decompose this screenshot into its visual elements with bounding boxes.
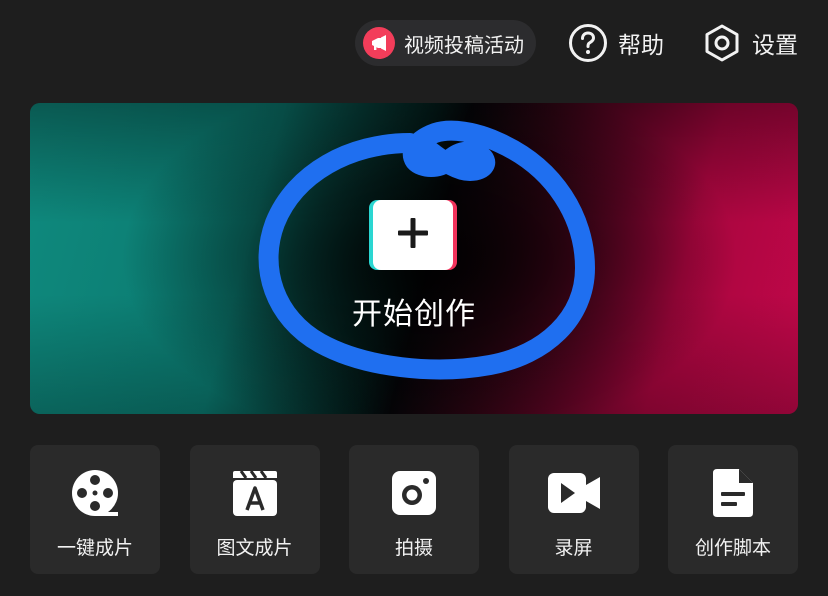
help-label: 帮助 (618, 33, 664, 59)
camera-icon (349, 466, 479, 520)
settings-label: 设置 (752, 33, 798, 59)
create-button[interactable] (373, 200, 453, 270)
tool-label: 一键成片 (56, 537, 133, 559)
hexagon-gear-icon (702, 23, 742, 63)
tool-label: 录屏 (554, 537, 593, 559)
tool-label: 拍摄 (394, 537, 433, 559)
plus-icon (395, 215, 431, 255)
help-circle-icon (568, 23, 608, 63)
document-icon (668, 466, 798, 520)
tool-screen-record[interactable]: 录屏 (508, 445, 639, 574)
tool-label: 图文成片 (216, 537, 293, 559)
settings-button[interactable]: 设置 (702, 23, 798, 63)
video-camera-icon (509, 466, 639, 520)
clapboard-text-icon (190, 466, 320, 520)
tool-grid: 一键成片 图文成片 拍摄 录屏 创作脚本 (30, 445, 798, 574)
megaphone-icon (363, 27, 395, 59)
tool-creation-script[interactable]: 创作脚本 (668, 445, 798, 574)
tool-image-text-video[interactable]: 图文成片 (189, 445, 320, 574)
start-creation-label: 开始创作 (352, 297, 476, 332)
tool-one-click-video[interactable]: 一键成片 (30, 445, 160, 574)
promo-label: 视频投稿活动 (404, 32, 524, 57)
tool-label: 创作脚本 (694, 537, 771, 559)
film-reel-icon (30, 466, 160, 520)
help-button[interactable]: 帮助 (568, 23, 664, 63)
top-bar: 视频投稿活动 帮助 设置 (355, 18, 798, 68)
tool-shoot[interactable]: 拍摄 (349, 445, 479, 574)
video-submission-event-button[interactable]: 视频投稿活动 (355, 20, 536, 66)
start-creation-banner[interactable]: 开始创作 (30, 103, 798, 414)
home-screen: 视频投稿活动 帮助 设置 开始创作 一键成片 图文成片 拍摄 录屏 创作脚本 (0, 0, 828, 596)
